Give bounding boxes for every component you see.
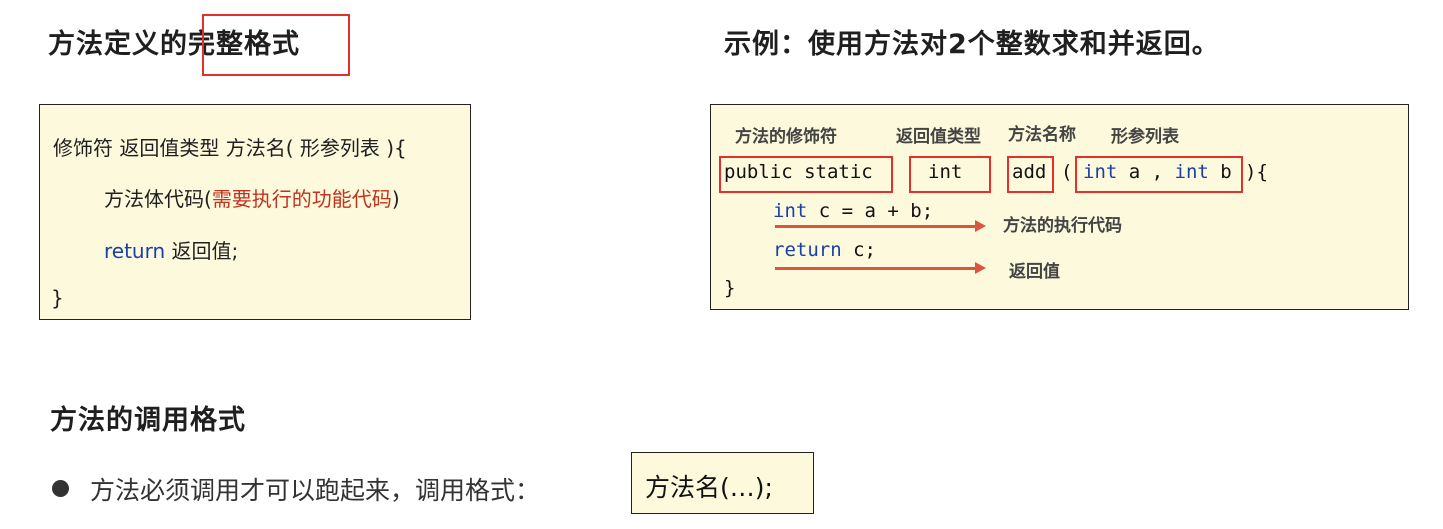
label-return-value: 返回值 <box>1009 262 1060 282</box>
label-method-name: 方法名称 <box>1008 125 1076 145</box>
label-params: 形参列表 <box>1111 127 1179 147</box>
call-format-box: 方法名(…); <box>631 452 814 514</box>
definition-format-panel: 修饰符 返回值类型 方法名( 形参列表 ){ 方法体代码(需要执行的功能代码) … <box>39 104 471 320</box>
bullet-dot <box>52 480 69 497</box>
return-keyword: return <box>104 239 166 263</box>
example-title: 示例：使用方法对2个整数求和并返回。 <box>724 29 1220 60</box>
code-line-sum: int c = a + b; <box>773 200 933 222</box>
call-format-code: 方法名(…); <box>645 473 773 502</box>
code-line3-keyword: return <box>773 239 842 261</box>
code-line2-type: int <box>773 200 808 222</box>
code-line-return: return c; <box>773 239 876 261</box>
box-return-type <box>909 156 991 193</box>
title-highlight-box <box>202 14 350 76</box>
definition-body-highlight: 需要执行的功能代码 <box>211 187 392 211</box>
example-code-panel: 方法的修饰符 返回值类型 方法名称 形参列表 public static int… <box>710 104 1409 310</box>
call-format-title: 方法的调用格式 <box>50 405 246 436</box>
definition-body: 方法体代码(需要执行的功能代码) <box>104 183 400 212</box>
label-exec-code: 方法的执行代码 <box>1003 216 1122 236</box>
box-params <box>1075 156 1243 193</box>
code-close-signature: ){ <box>1245 161 1268 183</box>
arrow-return-value <box>775 262 986 274</box>
definition-body-suffix: ) <box>391 187 400 211</box>
call-format-text: 方法必须调用才可以跑起来，调用格式： <box>90 476 541 505</box>
code-close-brace: } <box>724 277 736 299</box>
code-line3-rest: c; <box>841 239 876 261</box>
label-modifier: 方法的修饰符 <box>735 127 837 147</box>
code-line2-rest: c = a + b; <box>807 200 934 222</box>
box-modifier <box>719 156 893 193</box>
definition-close-brace: } <box>51 286 64 310</box>
box-method-name <box>1007 156 1054 193</box>
code-open-paren: ( <box>1061 161 1073 183</box>
arrow-exec-code <box>775 220 986 232</box>
definition-return: return 返回值; <box>104 235 238 264</box>
return-rest: 返回值; <box>165 239 239 263</box>
definition-signature: 修饰符 返回值类型 方法名( 形参列表 ){ <box>53 136 407 160</box>
definition-body-prefix: 方法体代码( <box>104 187 212 211</box>
definition-title-prefix: 方法定义的 <box>48 29 188 60</box>
label-return-type: 返回值类型 <box>896 127 981 147</box>
